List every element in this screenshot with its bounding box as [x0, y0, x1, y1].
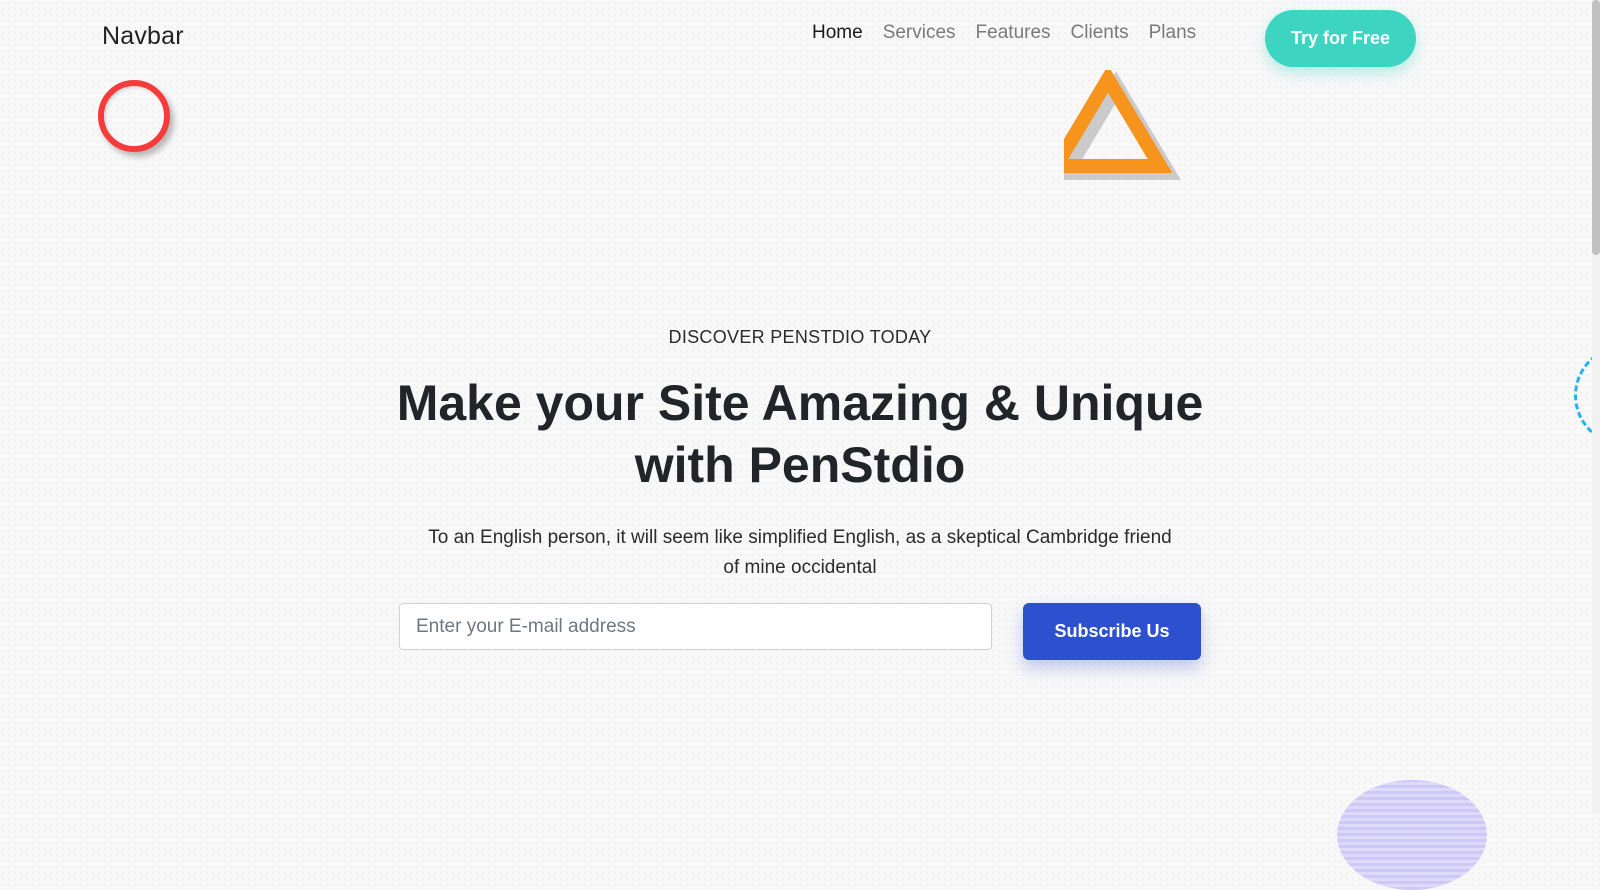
nav-link-services[interactable]: Services: [883, 22, 956, 44]
hero-subtext: To an English person, it will seem like …: [400, 523, 1200, 583]
circle-outline-shape-icon: [98, 80, 170, 152]
striped-circle-shape-icon: [1337, 780, 1487, 890]
triangle-outline-shape-icon: [1043, 65, 1184, 182]
scrollbar-thumb[interactable]: [1592, 0, 1600, 255]
hero-eyebrow: DISCOVER PENSTDIO TODAY: [668, 327, 932, 347]
subscribe-button[interactable]: Subscribe Us: [1023, 603, 1201, 660]
main-nav: Home Services Features Clients Plans: [812, 22, 1196, 44]
hero-headline-line1: Make your Site Amazing & Unique: [396, 375, 1204, 431]
hero-subtext-line2: of mine occidental: [723, 557, 877, 578]
hero-headline-line2: with PenStdio: [634, 437, 966, 493]
nav-link-features[interactable]: Features: [976, 22, 1051, 44]
nav-link-plans[interactable]: Plans: [1149, 22, 1197, 44]
navbar-brand[interactable]: Navbar: [102, 22, 184, 51]
nav-link-clients[interactable]: Clients: [1071, 22, 1129, 44]
try-for-free-button[interactable]: Try for Free: [1265, 10, 1416, 67]
hero-headline: Make your Site Amazing & Unique with Pen…: [300, 372, 1300, 496]
nav-link-home[interactable]: Home: [812, 22, 863, 44]
hero-subtext-line1: To an English person, it will seem like …: [428, 527, 1172, 548]
page-scrollbar[interactable]: [1592, 0, 1600, 813]
email-input[interactable]: [399, 603, 992, 650]
